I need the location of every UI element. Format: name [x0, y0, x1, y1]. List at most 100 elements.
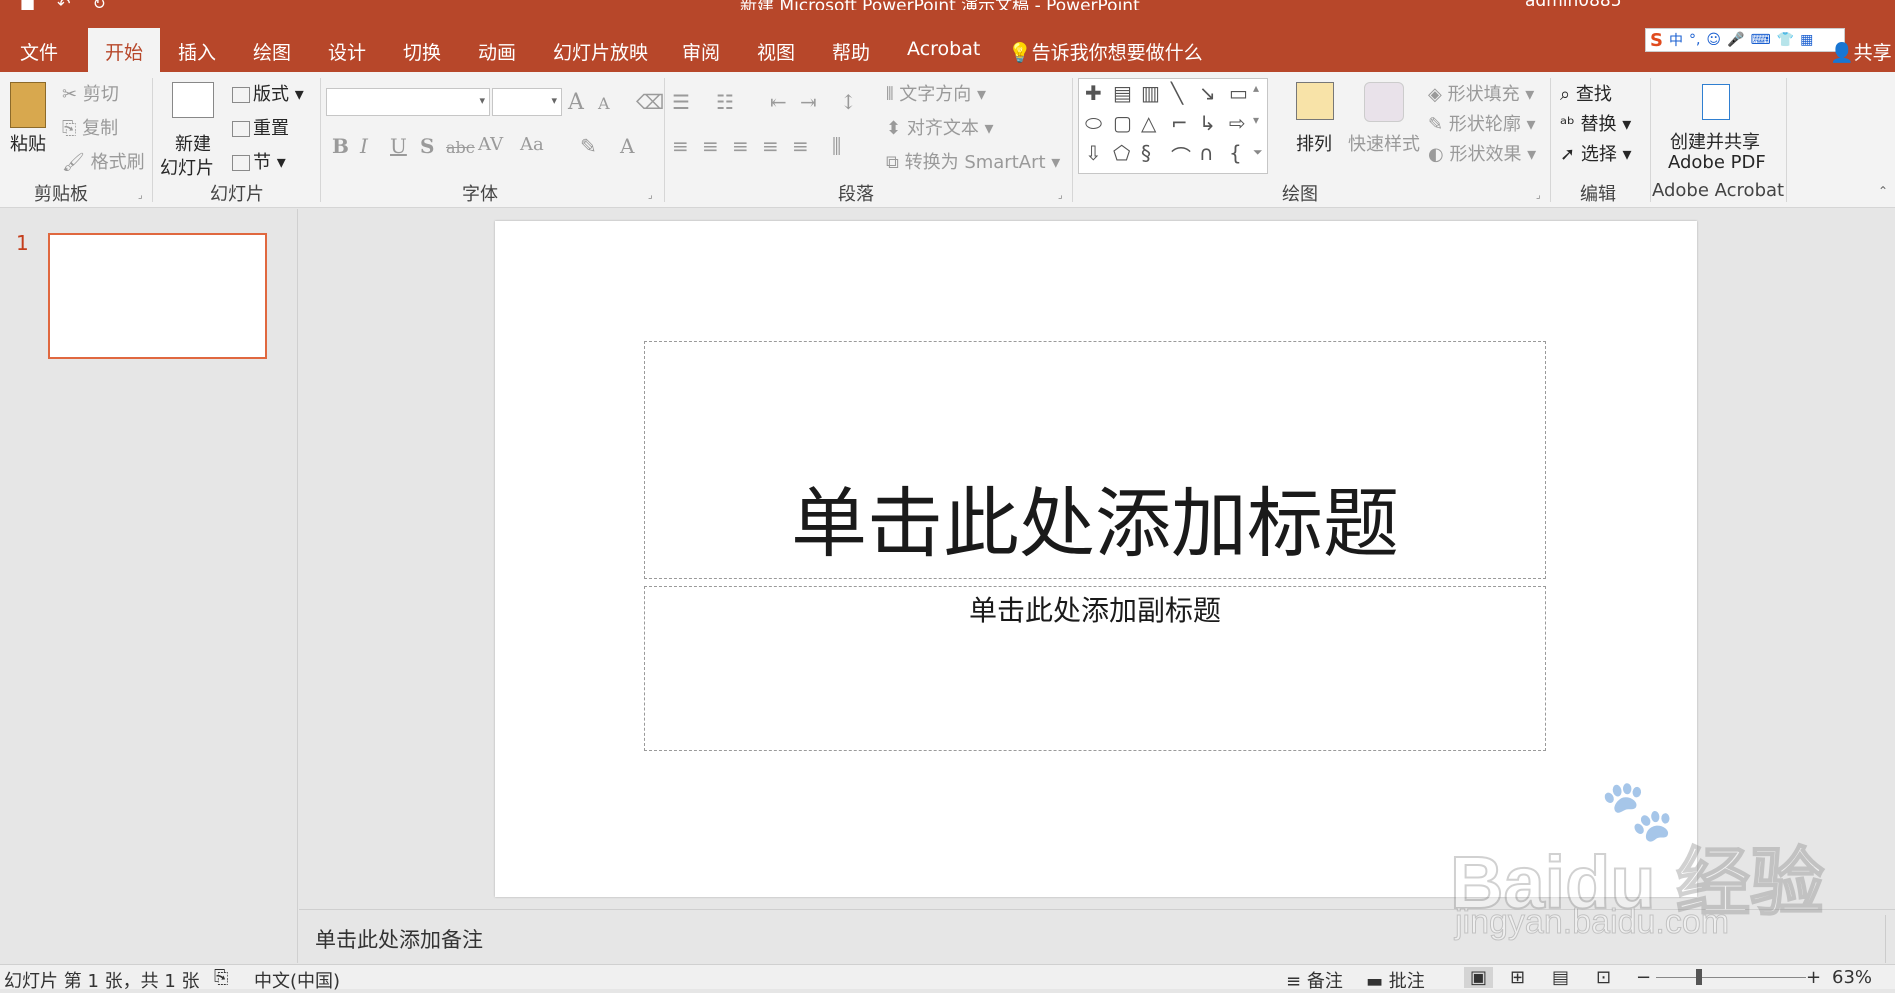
tab-view[interactable]: 视图 — [757, 38, 795, 65]
justify-icon[interactable]: ≡ — [762, 134, 779, 158]
paste-button[interactable]: 粘贴 — [10, 130, 46, 156]
clear-format-icon[interactable]: ⌫ — [636, 90, 664, 114]
tab-draw[interactable]: 绘图 — [253, 38, 291, 65]
microphone-icon[interactable]: 🎤 — [1727, 32, 1744, 48]
shape-effects-button[interactable]: ◐ 形状效果 ▾ — [1428, 140, 1536, 166]
new-slide-icon[interactable] — [172, 82, 214, 118]
gallery-down-icon[interactable]: ▾ — [1253, 113, 1259, 127]
share-button[interactable]: 👤共享 — [1830, 38, 1892, 65]
cut-button[interactable]: ✂ 剪切 — [62, 80, 119, 106]
align-text-button[interactable]: ⬍ 对齐文本 ▾ — [886, 114, 994, 140]
shape-fill-button[interactable]: ◈ 形状填充 ▾ — [1428, 80, 1534, 106]
slideshow-icon[interactable]: ⊡ — [1596, 967, 1611, 988]
replace-button[interactable]: ᵃᵇ 替换 ▾ — [1560, 110, 1631, 136]
tab-slideshow[interactable]: 幻灯片放映 — [553, 38, 648, 65]
collapse-ribbon-icon[interactable]: ⌃ — [1878, 184, 1888, 198]
create-pdf-icon[interactable] — [1702, 84, 1730, 120]
redo-icon[interactable]: ↻ — [93, 0, 106, 10]
keyboard-icon[interactable]: ⌨ — [1750, 32, 1770, 48]
elbow-connector-icon[interactable]: ⌐ — [1171, 111, 1188, 135]
textbox-icon[interactable]: ▤ — [1113, 81, 1132, 105]
decrease-indent-icon[interactable]: ⇤ — [770, 90, 787, 114]
shapes-gallery[interactable]: ✚ ▤ ▥ ╲ ↘ ▭ ⬭ ▢ △ ⌐ ↳ ⇨ ⇩ ⬠ § ⌒ ∩ { ▴ ▾ … — [1078, 78, 1268, 174]
bullets-icon[interactable]: ☰ — [672, 90, 690, 114]
shirt-icon[interactable]: 👕 — [1777, 32, 1794, 48]
freeform-icon[interactable]: ⬠ — [1113, 141, 1130, 165]
undo-icon[interactable]: ↶ — [57, 0, 70, 10]
increase-indent-icon[interactable]: ⇥ — [800, 90, 817, 114]
tab-design[interactable]: 设计 — [328, 38, 366, 65]
spellcheck-icon[interactable]: ⎘ — [214, 967, 228, 988]
text-shadow-button[interactable]: S — [420, 134, 434, 158]
zoom-level[interactable]: 63% — [1832, 967, 1872, 988]
bold-button[interactable]: B — [332, 134, 349, 158]
arrange-button[interactable]: 排列 — [1296, 130, 1332, 156]
comments-toggle[interactable]: ▬ 批注 — [1366, 967, 1425, 993]
slide[interactable]: 单击此处添加标题 单击此处添加副标题 — [495, 221, 1697, 897]
emoji-icon[interactable]: ☺ — [1706, 32, 1721, 48]
rounded-rect-icon[interactable]: ▢ — [1113, 111, 1132, 135]
tab-insert[interactable]: 插入 — [178, 38, 216, 65]
font-size-combo[interactable]: ▾ — [492, 88, 562, 116]
ime-toolbar[interactable]: S 中 °, ☺ 🎤 ⌨ 👕 ▦ — [1645, 28, 1845, 52]
tab-help[interactable]: 帮助 — [832, 38, 870, 65]
scribble-icon[interactable]: § — [1141, 141, 1151, 165]
tab-transitions[interactable]: 切换 — [403, 38, 441, 65]
arc-icon[interactable]: ⌒ — [1171, 141, 1191, 170]
grow-font-button[interactable]: A — [568, 90, 584, 115]
align-right-icon[interactable]: ≡ — [732, 134, 749, 158]
tab-animations[interactable]: 动画 — [478, 38, 516, 65]
find-button[interactable]: ⌕ 查找 — [1560, 80, 1612, 106]
distributed-icon[interactable]: ≡ — [792, 134, 809, 158]
numbering-icon[interactable]: ☷ — [716, 90, 734, 114]
elbow-arrow-icon[interactable]: ↳ — [1199, 111, 1216, 135]
dialog-launcher-icon[interactable]: ⌟ — [648, 190, 653, 201]
section-button[interactable]: 节 ▾ — [232, 148, 286, 174]
arrange-icon[interactable] — [1296, 82, 1334, 120]
create-pdf-label-2[interactable]: Adobe PDF — [1668, 152, 1766, 173]
reading-view-icon[interactable]: ▤ — [1552, 967, 1569, 988]
italic-button[interactable]: I — [360, 134, 368, 158]
down-arrow-icon[interactable]: ⇩ — [1085, 141, 1102, 165]
arrow-line-icon[interactable]: ↘ — [1199, 81, 1216, 105]
change-case-button[interactable]: Aa — [520, 134, 544, 155]
grid-icon[interactable]: ▦ — [1800, 32, 1813, 48]
highlight-icon[interactable]: ✎ — [580, 134, 597, 158]
columns-icon[interactable]: ⫼ — [832, 134, 841, 158]
normal-view-icon[interactable]: ▣ — [1464, 967, 1494, 988]
line-spacing-icon[interactable]: ↕ — [840, 90, 857, 114]
font-name-combo[interactable]: ▾ — [326, 88, 490, 116]
brace-icon[interactable]: { — [1229, 141, 1242, 165]
plus-shape-icon[interactable]: ✚ — [1085, 81, 1102, 105]
language-indicator[interactable]: 中文(中国) — [254, 967, 340, 993]
zoom-in-icon[interactable]: + — [1806, 967, 1821, 988]
zoom-slider[interactable] — [1656, 977, 1806, 978]
tab-home[interactable]: 开始 — [88, 28, 161, 72]
user-name[interactable]: admin0885 — [1525, 0, 1622, 10]
slide-thumbnail[interactable] — [48, 233, 267, 359]
char-spacing-button[interactable]: AV — [478, 134, 503, 155]
save-icon[interactable]: ■ — [20, 0, 35, 10]
quick-styles-button[interactable]: 快速样式 — [1348, 130, 1420, 156]
strikethrough-button[interactable]: abc — [446, 138, 475, 157]
font-color-button[interactable]: A — [620, 134, 634, 158]
shape-outline-button[interactable]: ✎ 形状轮廓 ▾ — [1428, 110, 1536, 136]
text-direction-button[interactable]: ⫴ 文字方向 ▾ — [886, 80, 986, 106]
line-icon[interactable]: ╲ — [1171, 81, 1183, 105]
zoom-out-icon[interactable]: − — [1636, 967, 1651, 988]
paste-icon[interactable] — [10, 82, 46, 128]
new-slide-label-2[interactable]: 幻灯片 — [160, 154, 214, 180]
right-arrow-icon[interactable]: ⇨ — [1229, 111, 1246, 135]
punctuation-icon[interactable]: °, — [1689, 32, 1700, 48]
underline-button[interactable]: U — [390, 134, 407, 158]
notes-toggle[interactable]: ≡ 备注 — [1286, 967, 1343, 993]
layout-button[interactable]: 版式 ▾ — [232, 80, 304, 106]
copy-button[interactable]: ⎘ 复制 — [62, 114, 118, 140]
dialog-launcher-icon[interactable]: ⌟ — [1536, 190, 1541, 201]
align-center-icon[interactable]: ≡ — [702, 134, 719, 158]
oval-icon[interactable]: ⬭ — [1085, 111, 1102, 135]
dialog-launcher-icon[interactable]: ⌟ — [1058, 190, 1063, 201]
rectangle-icon[interactable]: ▭ — [1229, 81, 1248, 105]
ime-mode[interactable]: 中 — [1669, 30, 1683, 50]
gallery-more-icon[interactable]: ⏷ — [1253, 145, 1263, 160]
